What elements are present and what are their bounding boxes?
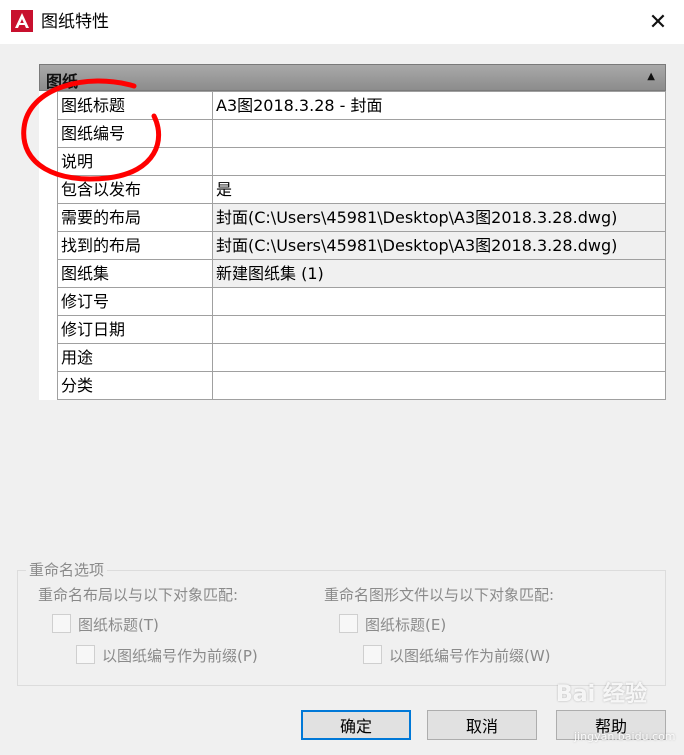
property-name: 修订号 (57, 287, 213, 316)
property-value: 封面(C:\Users\45981\Desktop\A3图2018.3.28.d… (212, 203, 666, 232)
property-row[interactable]: 需要的布局 封面(C:\Users\45981\Desktop\A3图2018.3… (57, 203, 666, 232)
property-row[interactable]: 修订号 (57, 287, 666, 316)
property-name: 用途 (57, 343, 213, 372)
rename-layout-label: 重命名布局以与以下对象匹配: (38, 586, 239, 604)
properties-grid: 图纸标题 A3图2018.3.28 - 封面 图纸编号 说明 包含以发布是需要的布局 封面… (57, 91, 666, 400)
layout-prefix-checkbox[interactable] (76, 645, 95, 664)
title-bar: 图纸特性 ✕ (0, 0, 684, 44)
close-button[interactable]: ✕ (636, 6, 680, 38)
property-value[interactable] (212, 147, 666, 176)
property-value[interactable] (212, 287, 666, 316)
property-row[interactable]: 用途 (57, 343, 666, 372)
file-prefix-checkbox[interactable] (363, 645, 382, 664)
rename-options-legend: 重命名选项 (26, 559, 108, 580)
property-name: 说明 (57, 147, 213, 176)
ok-button[interactable]: 确定 (301, 710, 411, 740)
property-name: 图纸集 (57, 259, 213, 288)
property-value: 封面(C:\Users\45981\Desktop\A3图2018.3.28.d… (212, 231, 666, 260)
property-name: 需要的布局 (57, 203, 213, 232)
layout-title-label: 图纸标题(T) (78, 616, 159, 634)
autocad-logo-icon (11, 10, 33, 32)
property-value[interactable] (212, 315, 666, 344)
section-title: 图纸 (46, 72, 79, 91)
property-value[interactable]: 是 (212, 175, 666, 204)
property-name: 包含以发布 (57, 175, 213, 204)
property-row[interactable]: 修订日期 (57, 315, 666, 344)
property-value[interactable] (212, 343, 666, 372)
property-value: 新建图纸集 (1) (212, 259, 666, 288)
property-name: 图纸编号 (57, 119, 213, 148)
property-row[interactable]: 说明 (57, 147, 666, 176)
file-title-checkbox[interactable] (339, 614, 358, 633)
layout-prefix-label: 以图纸编号作为前缀(P) (102, 647, 258, 665)
window-title: 图纸特性 (41, 12, 109, 32)
layout-title-checkbox[interactable] (52, 614, 71, 633)
file-title-label: 图纸标题(E) (365, 616, 447, 634)
cancel-button[interactable]: 取消 (427, 710, 537, 740)
property-row[interactable]: 分类 (57, 371, 666, 400)
property-row[interactable]: 图纸编号 (57, 119, 666, 148)
baidu-watermark-url: jingyan.baidu.com (574, 730, 676, 743)
property-name: 找到的布局 (57, 231, 213, 260)
property-name: 分类 (57, 371, 213, 400)
rename-file-label: 重命名图形文件以与以下对象匹配: (324, 586, 555, 604)
property-row[interactable]: 包含以发布是 (57, 175, 666, 204)
property-name: 修订日期 (57, 315, 213, 344)
close-icon: ✕ (648, 9, 668, 35)
section-header-sheet[interactable]: 图纸 ▲ (39, 64, 666, 91)
property-row[interactable]: 图纸标题 A3图2018.3.28 - 封面 (57, 91, 666, 120)
property-value[interactable] (212, 119, 666, 148)
property-row[interactable]: 图纸集 新建图纸集 (1) (57, 259, 666, 288)
property-value[interactable]: A3图2018.3.28 - 封面 (212, 91, 666, 120)
file-prefix-label: 以图纸编号作为前缀(W) (389, 647, 551, 665)
property-name: 图纸标题 (57, 91, 213, 120)
property-value[interactable] (212, 371, 666, 400)
property-row[interactable]: 找到的布局 封面(C:\Users\45981\Desktop\A3图2018.3… (57, 231, 666, 260)
baidu-watermark: Bai 经验 (556, 682, 647, 707)
collapse-icon[interactable]: ▲ (647, 71, 655, 82)
